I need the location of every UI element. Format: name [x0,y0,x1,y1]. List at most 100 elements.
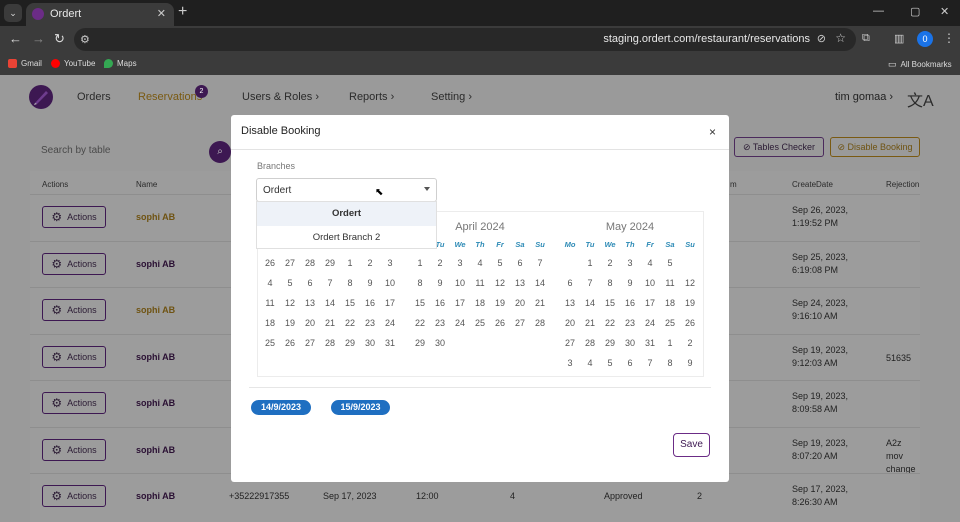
calendar-day[interactable]: 27 [510,318,530,328]
calendar-day[interactable]: 25 [470,318,490,328]
calendar-day[interactable]: 31 [380,338,400,348]
calendar-day[interactable]: 28 [580,338,600,348]
bookmark-star-icon[interactable]: ☆ [835,31,846,45]
reload-icon[interactable]: ↻ [54,31,65,47]
nav-orders[interactable]: Orders [77,91,111,103]
calendar-day[interactable]: 11 [260,298,280,308]
row-actions-button[interactable]: ⚙ Actions [42,485,106,507]
calendar-day[interactable]: 8 [660,358,680,368]
calendar-day[interactable]: 17 [450,298,470,308]
calendar-day[interactable]: 30 [360,338,380,348]
calendar-day[interactable]: 11 [470,278,490,288]
calendar-day[interactable]: 25 [660,318,680,328]
calendar-day[interactable]: 22 [340,318,360,328]
calendar-day[interactable]: 7 [640,358,660,368]
calendar-day[interactable]: 10 [380,278,400,288]
calendar-day[interactable]: 7 [530,258,550,268]
browser-tab[interactable]: Ordert ✕ [26,3,174,26]
calendar-day[interactable]: 5 [490,258,510,268]
calendar-day[interactable]: 19 [280,318,300,328]
calendar-day[interactable]: 24 [450,318,470,328]
calendar-day[interactable]: 2 [600,258,620,268]
calendar-day[interactable]: 14 [580,298,600,308]
forward-icon[interactable]: → [32,31,45,46]
calendar-day[interactable]: 20 [300,318,320,328]
calendar-day[interactable]: 22 [410,318,430,328]
minimize-icon[interactable]: — [873,5,884,17]
calendar-day[interactable]: 26 [490,318,510,328]
modal-close-icon[interactable]: × [709,125,716,139]
maximize-icon[interactable]: ▢ [910,5,920,18]
table-search-input[interactable]: Search by table [31,141,231,163]
back-icon[interactable]: ← [9,31,22,46]
calendar-day[interactable]: 6 [510,258,530,268]
new-tab-icon[interactable]: + [178,3,187,21]
calendar-day[interactable]: 21 [320,318,340,328]
calendar-day[interactable]: 24 [380,318,400,328]
window-close-icon[interactable]: ✕ [940,5,949,18]
calendar-day[interactable]: 14 [530,278,550,288]
calendar-day[interactable]: 12 [280,298,300,308]
calendar-day[interactable]: 13 [300,298,320,308]
calendar-day[interactable]: 9 [620,278,640,288]
calendar-day[interactable]: 22 [600,318,620,328]
calendar-day[interactable]: 31 [640,338,660,348]
calendar-day[interactable]: 27 [560,338,580,348]
calendar-day[interactable]: 29 [410,338,430,348]
tab-search-chevron-icon[interactable]: ⌄ [4,4,22,22]
calendar-day[interactable]: 5 [660,258,680,268]
calendar-day[interactable]: 8 [340,278,360,288]
calendar-day[interactable]: 10 [450,278,470,288]
calendar-day[interactable]: 20 [510,298,530,308]
side-panel-icon[interactable]: ▥ [894,32,904,45]
password-key-icon[interactable]: ⊘ [817,32,826,45]
nav-reservations[interactable]: Reservations [138,91,202,103]
calendar-day[interactable]: 9 [680,358,700,368]
calendar-day[interactable]: 12 [490,278,510,288]
calendar-day[interactable]: 6 [620,358,640,368]
calendar-day[interactable]: 12 [680,278,700,288]
bookmark-youtube[interactable]: YouTube [51,59,95,68]
calendar-day[interactable]: 27 [280,258,300,268]
calendar-day[interactable]: 6 [560,278,580,288]
search-icon[interactable]: ⌕ [209,141,231,163]
calendar-day[interactable]: 1 [410,258,430,268]
calendar-day[interactable]: 18 [470,298,490,308]
profile-avatar[interactable]: 0 [917,31,933,47]
calendar-day[interactable]: 30 [620,338,640,348]
calendar-day[interactable]: 4 [260,278,280,288]
nav-setting[interactable]: Setting › [431,91,472,103]
calendar-day[interactable]: 8 [410,278,430,288]
row-actions-button[interactable]: ⚙ Actions [42,392,106,414]
calendar-day[interactable]: 25 [260,338,280,348]
calendar-day[interactable]: 16 [430,298,450,308]
calendar-day[interactable]: 26 [280,338,300,348]
selected-date-chip[interactable]: 14/9/2023 [251,400,311,415]
calendar-day[interactable]: 16 [360,298,380,308]
user-menu[interactable]: tim gomaa › [835,91,893,103]
site-info-icon[interactable]: ⚙ [80,33,90,46]
branch-option-ordert-branch-2[interactable]: Ordert Branch 2 [257,226,436,250]
nav-reports[interactable]: Reports › [349,91,394,103]
calendar-day[interactable]: 29 [340,338,360,348]
calendar-day[interactable]: 2 [360,258,380,268]
calendar-day[interactable]: 9 [360,278,380,288]
extensions-icon[interactable]: ⧉ [862,32,870,45]
nav-users-roles[interactable]: Users & Roles › [242,91,319,103]
calendar-day[interactable]: 15 [410,298,430,308]
calendar-day[interactable]: 29 [600,338,620,348]
calendar-day[interactable]: 14 [320,298,340,308]
branch-select[interactable]: Ordert [256,178,437,202]
calendar-day[interactable]: 13 [510,278,530,288]
calendar-day[interactable]: 6 [300,278,320,288]
calendar-day[interactable]: 17 [640,298,660,308]
calendar-day[interactable]: 11 [660,278,680,288]
calendar-day[interactable]: 4 [640,258,660,268]
calendar-day[interactable]: 3 [380,258,400,268]
bookmark-maps[interactable]: Maps [104,59,137,68]
dropdown-caret-icon[interactable] [424,187,430,191]
address-bar[interactable]: ⚙ staging.ordert.com/restaurant/reservat… [74,28,856,51]
calendar-day[interactable]: 23 [360,318,380,328]
calendar-day[interactable]: 26 [260,258,280,268]
calendar-day[interactable]: 15 [340,298,360,308]
